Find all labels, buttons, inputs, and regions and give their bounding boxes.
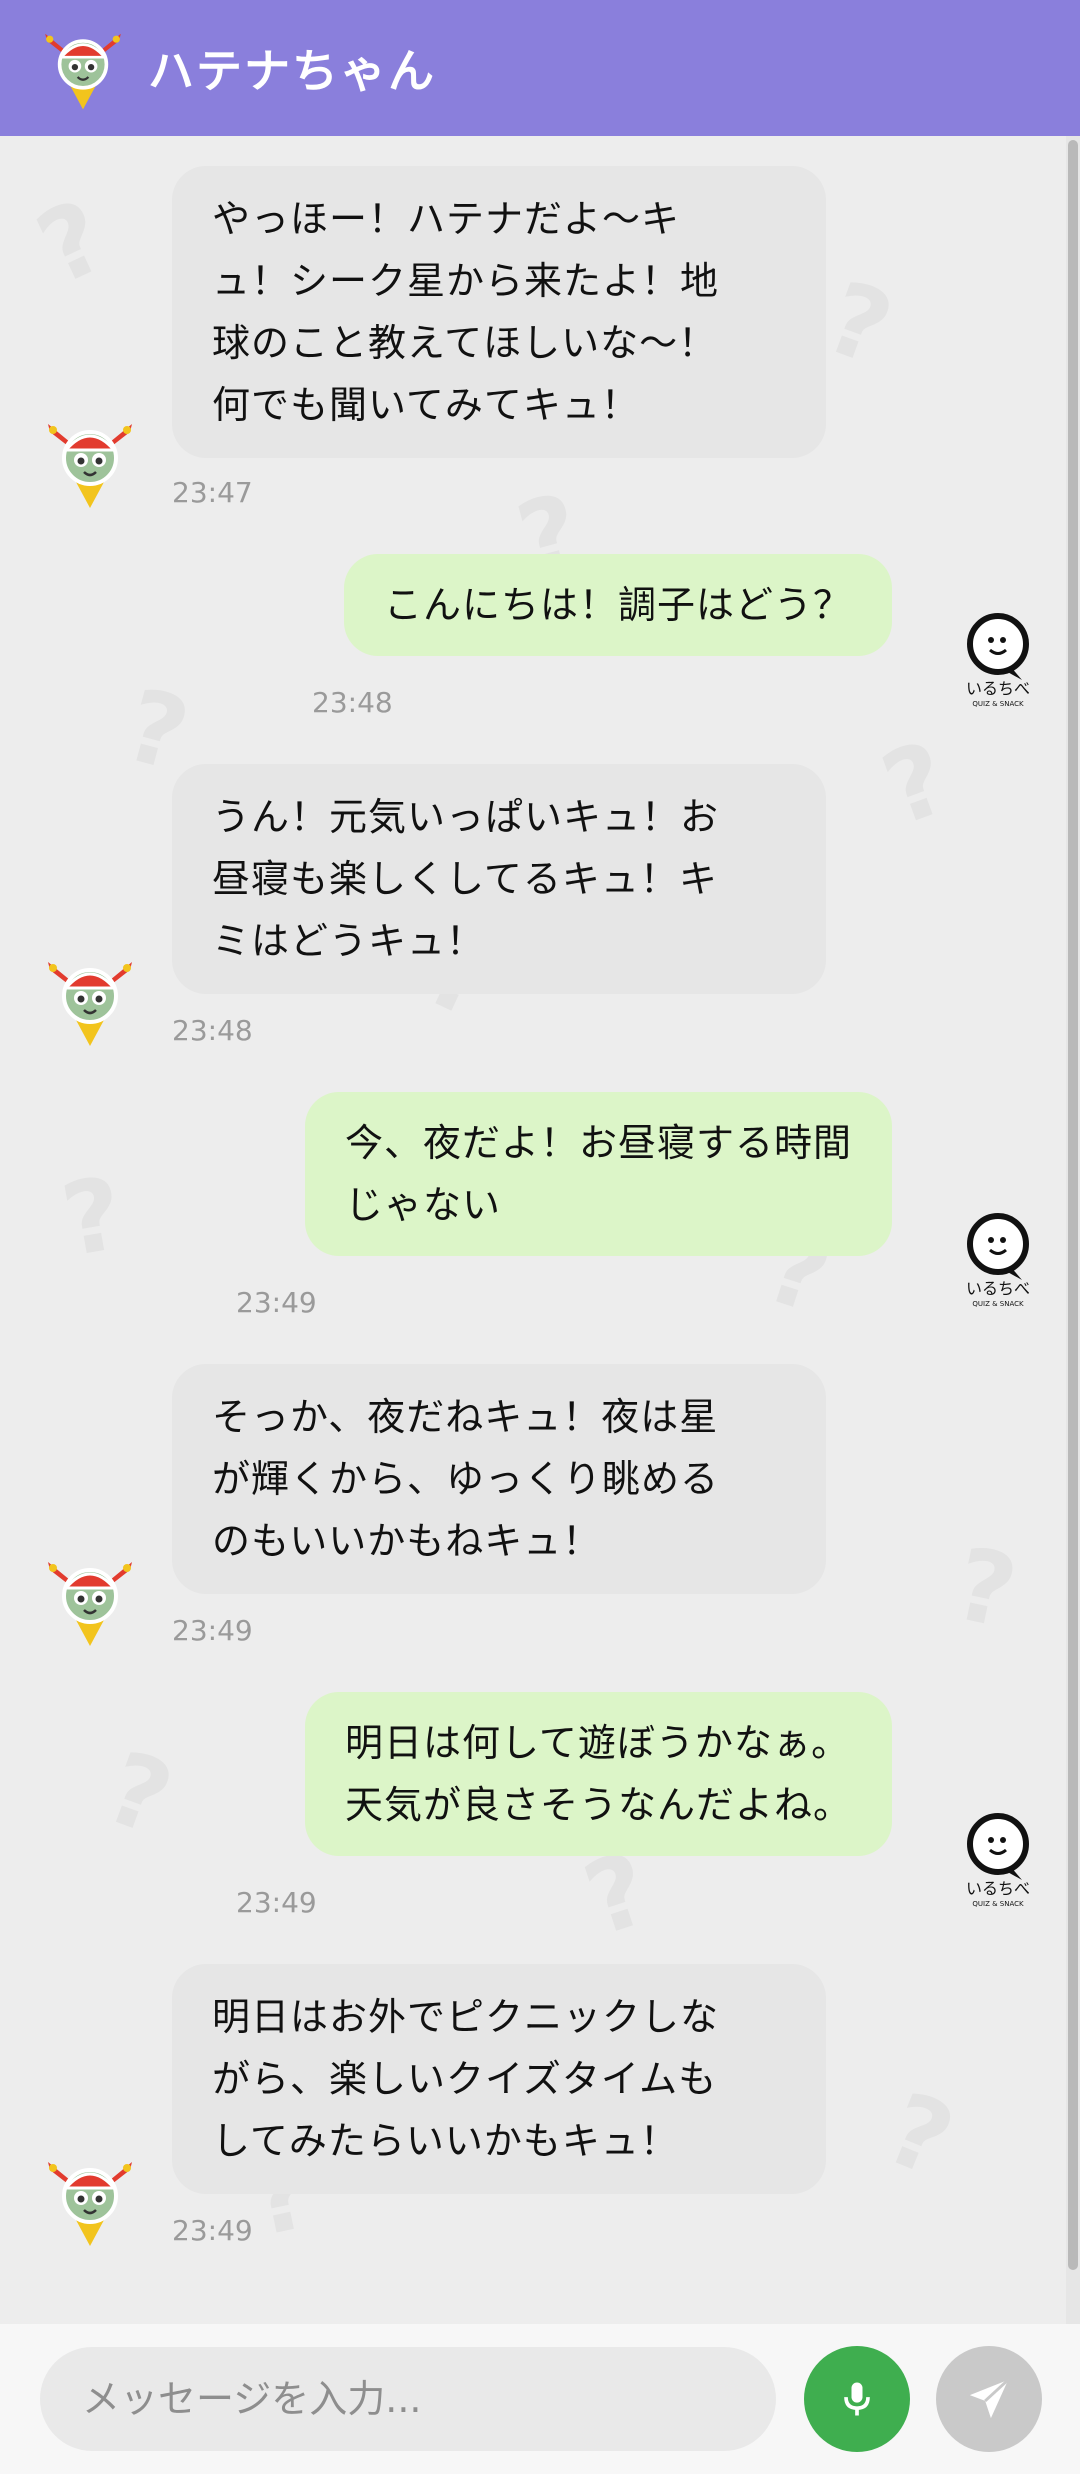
svg-text:?: ?: [945, 1525, 1026, 1652]
scrollbar-thumb[interactable]: [1068, 140, 1078, 2270]
message-line: じゃない: [344, 1183, 501, 1227]
message-line: してみたらいいかもキュ！: [212, 2119, 679, 2163]
message-line: やっほー！ハテナだよ〜キ: [212, 197, 681, 241]
quiz-logo-icon: いるちべ QUIZ & SNACK: [966, 1813, 1030, 1908]
hatena-avatar-icon: [40, 950, 140, 1050]
message-timestamp: 23:48: [172, 1014, 253, 1047]
message-timestamp: 23:48: [312, 686, 393, 719]
hatena-avatar-icon: [40, 412, 140, 512]
message-line: ミはどうキュ！: [212, 919, 486, 963]
bot-message-bubble: やっほー！ハテナだよ〜キ ュ！シーク星から来たよ！地 球のこと教えてほしいな〜！…: [172, 166, 826, 458]
svg-text:?: ?: [21, 177, 123, 308]
message-line: うん！元気いっぱいキュ！お: [212, 795, 720, 839]
quiz-logo-icon: いるちべ QUIZ & SNACK: [966, 1213, 1030, 1308]
quiz-logo-icon: いるちべ QUIZ & SNACK: [966, 613, 1030, 708]
user-avatar-sub-text: QUIZ & SNACK: [972, 1900, 1024, 1908]
chat-header: ハテナちゃん: [0, 0, 1080, 136]
message-line: こんにちは！調子はどう？: [383, 583, 852, 627]
user-message-bubble: 明日は何して遊ぼうかなぁ。 天気が良さそうなんだよね。: [304, 1692, 892, 1856]
message-line: そっか、夜だねキュ！夜は星: [212, 1395, 719, 1439]
user-avatar-logo-text: いるちべ: [966, 679, 1030, 698]
user-message-bubble: 今、夜だよ！お昼寝する時間 じゃない: [304, 1092, 892, 1256]
bot-message-bubble: 明日はお外でピクニックしな がら、楽しいクイズタイムも してみたらいいかもキュ！: [172, 1964, 826, 2194]
hatena-avatar-icon: [40, 2150, 140, 2250]
message-line: 今、夜だよ！お昼寝する時間: [344, 1121, 852, 1165]
svg-text:?: ?: [92, 1729, 187, 1859]
user-avatar-sub-text: QUIZ & SNACK: [972, 700, 1024, 708]
message-line: が輝くから、ゆっくり眺める: [212, 1457, 720, 1501]
message-line: 天気が良さそうなんだよね。: [344, 1783, 852, 1827]
svg-text:?: ?: [871, 2070, 969, 2200]
user-avatar-sub-text: QUIZ & SNACK: [972, 1300, 1024, 1308]
message-timestamp: 23:49: [236, 1886, 317, 1919]
message-line: のもいいかもねキュ！: [212, 1519, 602, 1563]
user-avatar: いるちべ QUIZ & SNACK: [948, 608, 1048, 708]
user-avatar-logo-text: いるちべ: [966, 1879, 1030, 1898]
message-line: 昼寝も楽しくしてるキュ！キ: [212, 857, 718, 901]
message-input[interactable]: [40, 2347, 776, 2451]
message-line: 何でも聞いてみてキュ！: [212, 383, 640, 427]
message-line: 明日はお外でピクニックしな: [212, 1995, 720, 2039]
send-button[interactable]: [936, 2346, 1042, 2452]
message-timestamp: 23:49: [172, 2214, 253, 2247]
user-avatar: いるちべ QUIZ & SNACK: [948, 1808, 1048, 1908]
message-line: 明日は何して遊ぼうかなぁ。: [344, 1721, 851, 1765]
svg-text:?: ?: [54, 1154, 131, 1279]
hatena-avatar-icon: [38, 23, 128, 113]
message-line: がら、楽しいクイズタイムも: [212, 2057, 718, 2101]
message-timestamp: 23:49: [236, 1286, 317, 1319]
message-list[interactable]: ? ? ? ? ? ? ? ? ? ? ? ? ? ? やっほー！ハテナだよ〜キ…: [0, 136, 1080, 2324]
message-timestamp: 23:49: [172, 1614, 253, 1647]
hatena-avatar-icon: [40, 1550, 140, 1650]
mic-icon: [844, 2382, 870, 2416]
message-composer: [0, 2324, 1080, 2474]
bot-message-bubble: うん！元気いっぱいキュ！お 昼寝も楽しくしてるキュ！キ ミはどうキュ！: [172, 764, 826, 994]
user-avatar-logo-text: いるちべ: [966, 1279, 1030, 1298]
svg-text:?: ?: [868, 719, 963, 849]
user-message-bubble: こんにちは！調子はどう？: [343, 554, 892, 656]
message-line: 球のこと教えてほしいな〜！: [212, 321, 718, 365]
message-line: ュ！シーク星から来たよ！地: [212, 259, 720, 303]
mic-button[interactable]: [804, 2346, 910, 2452]
send-icon: [969, 2378, 1010, 2419]
message-timestamp: 23:47: [172, 476, 253, 509]
chat-title: ハテナちゃん: [148, 44, 436, 98]
bot-message-bubble: そっか、夜だねキュ！夜は星 が輝くから、ゆっくり眺める のもいいかもねキュ！: [172, 1364, 826, 1594]
user-avatar: いるちべ QUIZ & SNACK: [948, 1208, 1048, 1308]
